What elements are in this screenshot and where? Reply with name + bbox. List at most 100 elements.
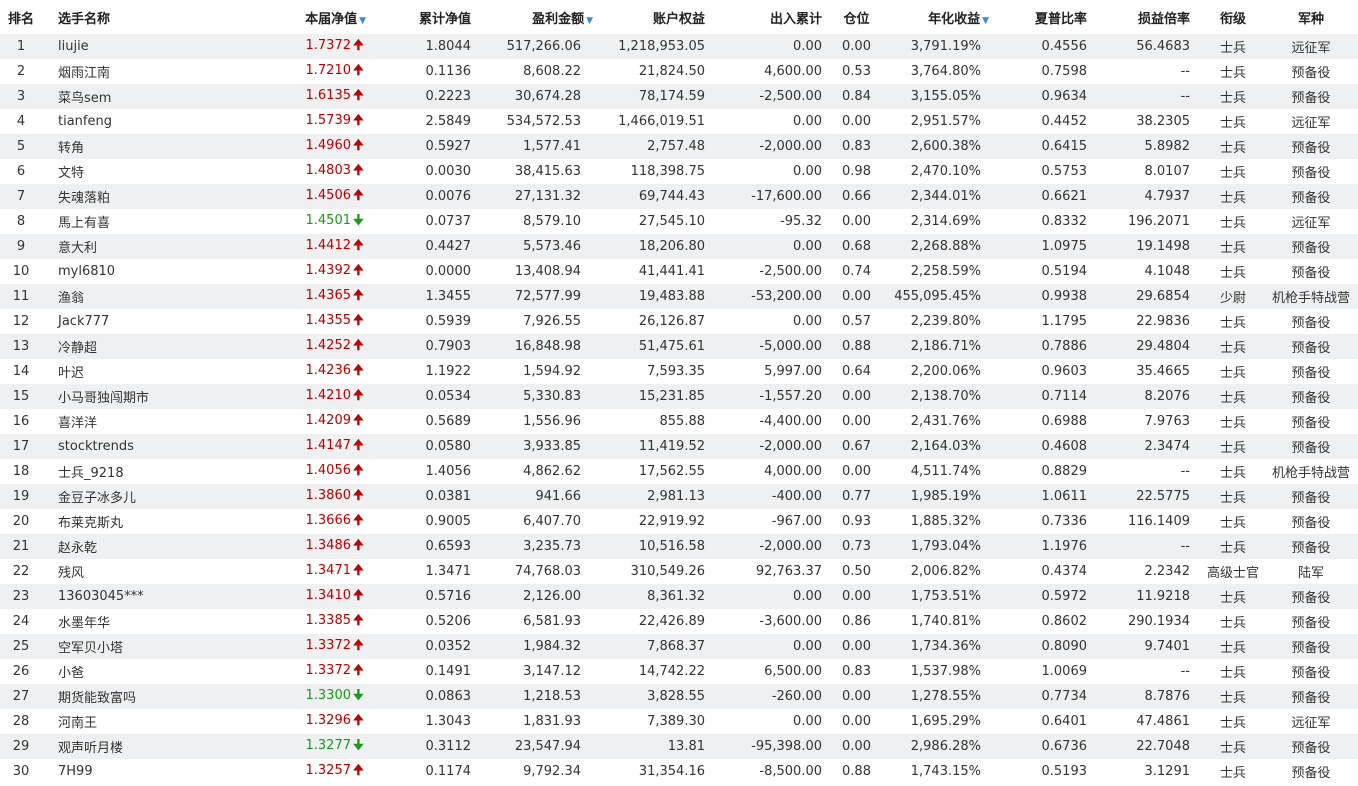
col-annual[interactable]: 年化收益 ▼ (879, 0, 997, 34)
table-row[interactable]: 4 tianfeng 1.5739 🠉 2.5849 534,572.53 1,466,01… (0, 109, 1358, 134)
player-name-link[interactable]: 13603045*** (42, 584, 252, 609)
profit-cell: 1,218.53 (477, 684, 597, 709)
player-name-link[interactable]: tianfeng (42, 109, 252, 134)
sort-down-icon[interactable]: ▼ (982, 16, 989, 26)
player-name-link[interactable]: 期货能致富吗 (42, 684, 252, 709)
col-profit-label[interactable]: 盈利金额 (532, 12, 584, 27)
cumnav-cell: 0.0737 (372, 209, 477, 234)
pl-ratio-cell: 5.8982 (1099, 134, 1202, 159)
table-row[interactable]: 9 意大利 1.4412 🠉 0.4427 5,573.46 18,206.80 0.00 0.… (0, 234, 1358, 259)
player-name-link[interactable]: 喜洋洋 (42, 409, 252, 434)
col-nav-label[interactable]: 本届净值 (305, 12, 357, 27)
table-row[interactable]: 26 小爸 1.3372 🠉 0.1491 3,147.12 14,742.22 6,500.… (0, 659, 1358, 684)
rank-title-cell: 士兵 (1202, 384, 1264, 409)
arrow-up-icon: 🠉 (353, 612, 364, 628)
table-row[interactable]: 13 冷静超 1.4252 🠉 0.7903 16,848.98 51,475.61 -5,0… (0, 334, 1358, 359)
player-name-link[interactable]: 渔翁 (42, 284, 252, 309)
player-name-link[interactable]: 布莱克斯丸 (42, 509, 252, 534)
rank-title-cell: 士兵 (1202, 509, 1264, 534)
profit-cell: 13,408.94 (477, 259, 597, 284)
player-name-link[interactable]: 7H99 (42, 759, 252, 784)
table-row[interactable]: 11 渔翁 1.4365 🠉 1.3455 72,577.99 19,483.88 -53,2… (0, 284, 1358, 309)
arrow-up-icon: 🠉 (353, 312, 364, 328)
player-name-link[interactable]: 空军贝小塔 (42, 634, 252, 659)
rank-cell: 13 (0, 334, 42, 359)
flow-cell: -95,398.00 (717, 734, 834, 759)
player-name-link[interactable]: stocktrends (42, 434, 252, 459)
table-row[interactable]: 30 7H99 1.3257 🠉 0.1174 9,792.34 31,354.16 -8,5… (0, 759, 1358, 784)
arrow-up-icon: 🠉 (353, 87, 364, 103)
player-name-link[interactable]: 叶迟 (42, 359, 252, 384)
table-row[interactable]: 16 喜洋洋 1.4209 🠉 0.5689 1,556.96 855.88 -4,400.0… (0, 409, 1358, 434)
table-row[interactable]: 17 stocktrends 1.4147 🠉 0.0580 3,933.85 11,419… (0, 434, 1358, 459)
flow-cell: 4,000.00 (717, 459, 834, 484)
player-name-link[interactable]: liujie (42, 34, 252, 59)
table-row[interactable]: 21 赵永乾 1.3486 🠉 0.6593 3,235.73 10,516.58 -2,00… (0, 534, 1358, 559)
player-name-link[interactable]: Jack777 (42, 309, 252, 334)
player-name-link[interactable]: 转角 (42, 134, 252, 159)
table-row[interactable]: 20 布莱克斯丸 1.3666 🠉 0.9005 6,407.70 22,919.92 -96… (0, 509, 1358, 534)
table-row[interactable]: 29 观声听月楼 1.3277 🠋 0.3112 23,547.94 13.81 -95,39… (0, 734, 1358, 759)
army-cell: 远征军 (1264, 209, 1358, 234)
player-name-link[interactable]: 残风 (42, 559, 252, 584)
table-row[interactable]: 15 小马哥独闯期市 1.4210 🠉 0.0534 5,330.83 15,231.85-… (0, 384, 1358, 409)
arrow-up-icon: 🠉 (353, 637, 364, 653)
table-row[interactable]: 3 菜鸟sem 1.6135 🠉 0.2223 30,674.28 78,174.59 -2,… (0, 84, 1358, 109)
player-name-link[interactable]: 观声听月楼 (42, 734, 252, 759)
table-row[interactable]: 22 残风 1.3471 🠉 1.3471 74,768.03 310,549.26 92,7… (0, 559, 1358, 584)
player-name-link[interactable]: 金豆子冰多儿 (42, 484, 252, 509)
table-row[interactable]: 19 金豆子冰多儿 1.3860 🠉 0.0381 941.66 2,981.13 -400.… (0, 484, 1358, 509)
sharpe-cell: 0.8332 (997, 209, 1099, 234)
col-position: 仓位 (843, 11, 870, 27)
table-row[interactable]: 14 叶迟 1.4236 🠉 1.1922 1,594.92 7,593.35 5,997.0… (0, 359, 1358, 384)
cumnav-cell: 0.1136 (372, 59, 477, 84)
sort-down-icon[interactable]: ▼ (586, 16, 593, 26)
col-profit[interactable]: 盈利金额 ▼ (477, 0, 597, 34)
cumnav-cell: 1.3455 (372, 284, 477, 309)
table-row[interactable]: 10 myl6810 1.4392 🠉 0.0000 13,408.94 41,441.41… (0, 259, 1358, 284)
table-row[interactable]: 2 烟雨江南 1.7210 🠉 0.1136 8,608.22 21,824.50 4,600… (0, 59, 1358, 84)
table-row[interactable]: 12 Jack777 1.4355 🠉 0.5939 7,926.55 26,126.87 0… (0, 309, 1358, 334)
table-row[interactable]: 8 馬上有喜 1.4501 🠋 0.0737 8,579.10 27,545.10 -95.3… (0, 209, 1358, 234)
arrow-up-icon: 🠉 (353, 262, 364, 278)
equity-cell: 855.88 (597, 409, 717, 434)
annual-cell: 2,006.82% (879, 559, 997, 584)
table-row[interactable]: 7 失魂落粕 1.4506 🠉 0.0076 27,131.32 69,744.43 -17,… (0, 184, 1358, 209)
player-name-link[interactable]: 意大利 (42, 234, 252, 259)
player-name-link[interactable]: 小爸 (42, 659, 252, 684)
table-row[interactable]: 25 空军贝小塔 1.3372 🠉 0.0352 1,984.32 7,868.37 0.00… (0, 634, 1358, 659)
player-name-link[interactable]: myl6810 (42, 259, 252, 284)
col-nav[interactable]: 本届净值 ▼ (252, 0, 372, 34)
cumnav-cell: 1.8044 (372, 34, 477, 59)
player-name-link[interactable]: 小马哥独闯期市 (42, 384, 252, 409)
col-annual-label[interactable]: 年化收益 (928, 12, 980, 27)
profit-cell: 27,131.32 (477, 184, 597, 209)
equity-cell: 19,483.88 (597, 284, 717, 309)
flow-cell: -53,200.00 (717, 284, 834, 309)
table-row[interactable]: 18 士兵_9218 1.4056 🠉 1.4056 4,862.62 17,562.55 4… (0, 459, 1358, 484)
player-name-link[interactable]: 河南王 (42, 709, 252, 734)
profit-cell: 2,126.00 (477, 584, 597, 609)
player-name-link[interactable]: 冷静超 (42, 334, 252, 359)
player-name-link[interactable]: 馬上有喜 (42, 209, 252, 234)
player-name-link[interactable]: 文特 (42, 159, 252, 184)
table-row[interactable]: 5 转角 1.4960 🠉 0.5927 1,577.41 2,757.48 -2,000.0… (0, 134, 1358, 159)
player-name-link[interactable]: 菜鸟sem (42, 84, 252, 109)
table-row[interactable]: 23 13603045*** 1.3410 🠉 0.5716 2,126.00 8,361.… (0, 584, 1358, 609)
player-name-link[interactable]: 烟雨江南 (42, 59, 252, 84)
table-row[interactable]: 24 水墨年华 1.3385 🠉 0.5206 6,581.93 22,426.89 -3,6… (0, 609, 1358, 634)
army-cell: 预备役 (1264, 159, 1358, 184)
player-name-link[interactable]: 失魂落粕 (42, 184, 252, 209)
table-row[interactable]: 1 liujie 1.7372 🠉 1.8044 517,266.06 1,218,953.… (0, 34, 1358, 59)
sort-down-icon[interactable]: ▼ (359, 16, 366, 26)
player-name-link[interactable]: 赵永乾 (42, 534, 252, 559)
player-name-link[interactable]: 士兵_9218 (42, 459, 252, 484)
cumnav-cell: 0.2223 (372, 84, 477, 109)
rank-cell: 4 (0, 109, 42, 134)
player-name-link[interactable]: 水墨年华 (42, 609, 252, 634)
rank-title-cell: 士兵 (1202, 209, 1264, 234)
position-cell: 0.77 (834, 484, 879, 509)
table-row[interactable]: 28 河南王 1.3296 🠉 1.3043 1,831.93 7,389.30 0.00 0.… (0, 709, 1358, 734)
table-row[interactable]: 27 期货能致富吗 1.3300 🠋 0.0863 1,218.53 3,828.55 -26… (0, 684, 1358, 709)
table-row[interactable]: 6 文特 1.4803 🠉 0.0030 38,415.63 118,398.75 0.00 0… (0, 159, 1358, 184)
